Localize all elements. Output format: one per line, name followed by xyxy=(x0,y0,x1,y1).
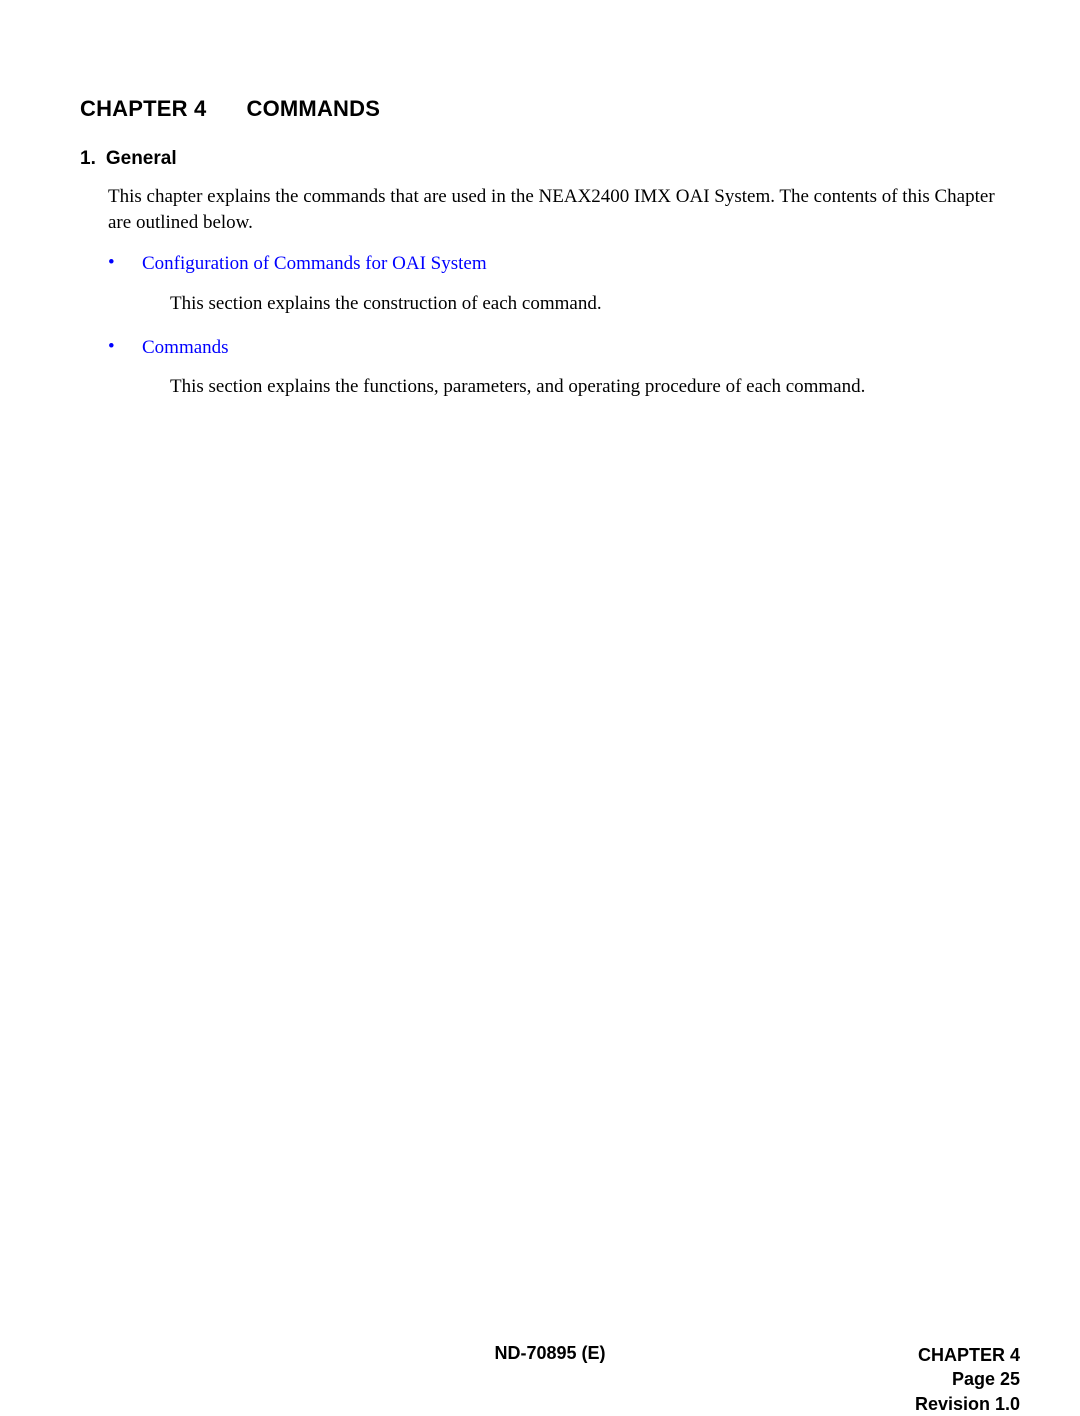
chapter-title: CHAPTER 4 COMMANDS xyxy=(80,96,1000,122)
bullet-icon: • xyxy=(108,251,142,276)
bullet-description: This section explains the construction o… xyxy=(170,291,1000,317)
footer-page: Page 25 xyxy=(915,1367,1020,1391)
footer-right-block: CHAPTER 4 Page 25 Revision 1.0 xyxy=(915,1343,1020,1416)
footer-chapter: CHAPTER 4 xyxy=(915,1343,1020,1367)
bullet-icon: • xyxy=(108,335,142,360)
section-number: 1. xyxy=(80,148,96,170)
footer-revision: Revision 1.0 xyxy=(915,1392,1020,1416)
chapter-name: COMMANDS xyxy=(247,96,381,121)
chapter-number: CHAPTER 4 xyxy=(80,96,207,122)
link-config-commands[interactable]: Configuration of Commands for OAI System xyxy=(142,251,1000,277)
bullet-description: This section explains the functions, par… xyxy=(170,374,1000,400)
section-title: General xyxy=(106,148,177,169)
bullet-list: • Configuration of Commands for OAI Syst… xyxy=(108,251,1000,400)
footer-doc-id: ND-70895 (E) xyxy=(80,1343,1020,1364)
intro-paragraph: This chapter explains the commands that … xyxy=(108,184,1000,235)
list-item: • Configuration of Commands for OAI Syst… xyxy=(108,251,1000,277)
document-page: CHAPTER 4 COMMANDS 1. General This chapter… xyxy=(0,0,1080,1397)
link-commands[interactable]: Commands xyxy=(142,335,1000,361)
list-item: • Commands xyxy=(108,335,1000,361)
section-heading: 1. General xyxy=(80,148,1000,170)
